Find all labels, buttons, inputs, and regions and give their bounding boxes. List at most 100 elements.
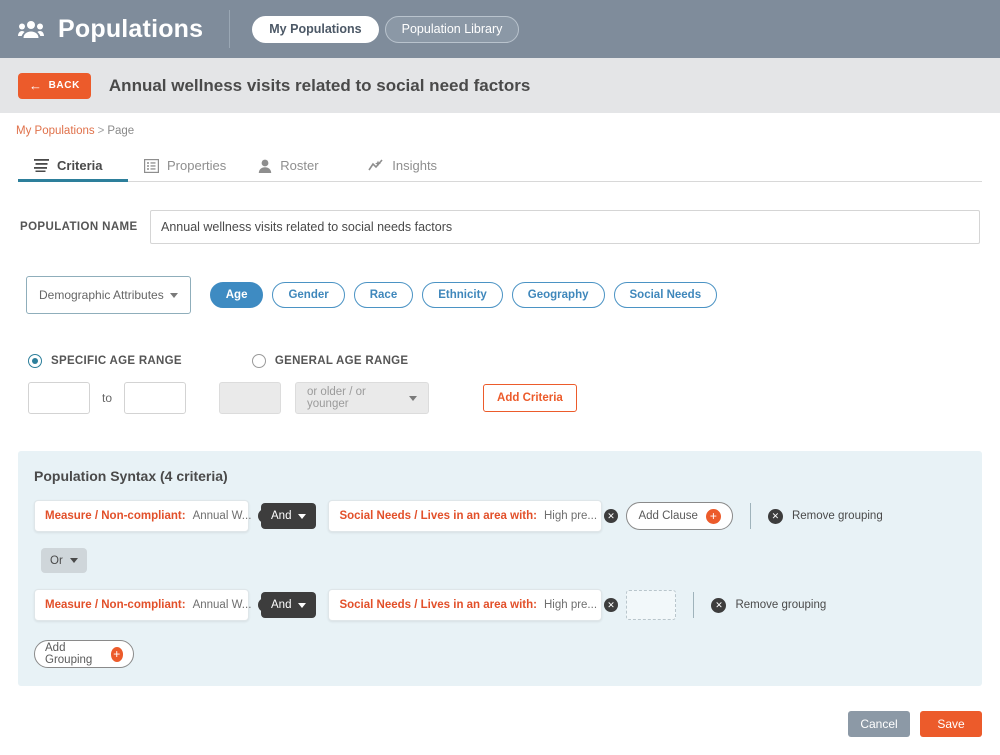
chevron-down-icon [169, 292, 178, 298]
criteria-chip-value: Annual W... [192, 510, 252, 522]
person-icon [258, 159, 272, 173]
breadcrumb-separator: > [97, 125, 105, 137]
criteria-chip-value: High pre... [543, 510, 598, 522]
criteria-chip-category: Measure / Non-compliant: [45, 599, 186, 611]
criteria-chip[interactable]: Social Needs / Lives in an area with: Hi… [328, 500, 619, 532]
back-button-label: BACK [48, 80, 80, 91]
pill-age[interactable]: Age [209, 282, 264, 308]
save-button[interactable]: Save [920, 711, 982, 737]
chevron-down-icon [298, 602, 307, 608]
attribute-pill-row: Age Gender Race Ethnicity Geography Soci… [209, 282, 718, 308]
general-age-input[interactable] [219, 382, 282, 414]
footer-actions: Cancel Save [848, 711, 982, 737]
general-age-select[interactable]: or older / or younger [295, 382, 430, 414]
sub-header: ← BACK Annual wellness visits related to… [0, 58, 1000, 113]
age-from-input[interactable] [28, 382, 90, 414]
list-box-icon [144, 158, 159, 173]
remove-grouping-label: Remove grouping [791, 510, 883, 522]
app-title: Populations [58, 14, 204, 43]
pill-social-needs[interactable]: Social Needs [613, 282, 718, 308]
tab-criteria[interactable]: Criteria [18, 158, 128, 182]
radio-general-indicator [251, 354, 266, 368]
age-inputs-row: to or older / or younger Add Criteria [28, 382, 1000, 414]
plus-circle-icon: + [705, 508, 721, 524]
plus-circle-icon: + [110, 646, 123, 662]
appbar-divider [229, 10, 231, 48]
radio-specific-age-range[interactable]: SPECIFIC AGE RANGE [28, 354, 182, 368]
remove-circle-icon: ✕ [767, 508, 783, 524]
remove-grouping-button[interactable]: ✕ Remove grouping [767, 508, 883, 524]
add-clause-button[interactable]: Add Clause + [626, 502, 733, 530]
age-to-label: to [102, 391, 113, 405]
breadcrumb-current: Page [107, 125, 135, 137]
remove-grouping-button[interactable]: ✕ Remove grouping [711, 597, 827, 613]
cancel-button[interactable]: Cancel [848, 711, 910, 737]
trend-chart-icon [368, 158, 384, 173]
criteria-chip-value: Annual W... [192, 599, 252, 611]
syntax-group-1: Measure / Non-compliant: Annual W... ✕ A… [34, 500, 966, 532]
chevron-down-icon [70, 558, 78, 563]
remove-circle-icon: ✕ [711, 597, 727, 613]
general-age-select-label: or older / or younger [307, 386, 366, 410]
pill-gender[interactable]: Gender [272, 282, 345, 308]
demographic-attributes-label: Demographic Attributes [39, 288, 164, 302]
app-bar: Populations My Populations Population Li… [0, 0, 1000, 58]
add-clause-label: Add Clause [638, 510, 698, 522]
chevron-down-icon [409, 395, 418, 401]
operator-and-dropdown[interactable]: And [261, 503, 317, 529]
divider [693, 592, 695, 618]
operator-label: And [271, 599, 292, 611]
operator-and-dropdown[interactable]: And [261, 592, 317, 618]
age-range-block: SPECIFIC AGE RANGE GENERAL AGE RANGE to … [28, 354, 1000, 414]
tab-bar: Criteria Properties Roster Insights [18, 151, 982, 182]
demographic-attributes-dropdown[interactable]: Demographic Attributes [26, 276, 191, 314]
pill-geography[interactable]: Geography [511, 282, 605, 308]
population-name-input[interactable] [150, 210, 980, 244]
arrow-left-icon: ← [29, 78, 43, 93]
tab-insights[interactable]: Insights [352, 158, 462, 181]
radio-specific-label: SPECIFIC AGE RANGE [51, 355, 182, 367]
segment-population-library[interactable]: Population Library [384, 15, 520, 43]
radio-general-age-range[interactable]: GENERAL AGE RANGE [251, 354, 409, 368]
attribute-selector-row: Demographic Attributes Age Gender Race E… [26, 276, 1000, 314]
group-connector-or-dropdown[interactable]: Or [41, 548, 87, 573]
tab-insights-label: Insights [392, 158, 438, 173]
radio-general-label: GENERAL AGE RANGE [274, 355, 409, 367]
segment-my-populations[interactable]: My Populations [252, 15, 379, 43]
remove-circle-icon[interactable]: ✕ [604, 598, 619, 612]
criteria-chip[interactable]: Social Needs / Lives in an area with: Hi… [328, 589, 619, 621]
criteria-chip-value: High pre... [543, 599, 598, 611]
page-title: Annual wellness visits related to social… [108, 75, 531, 95]
population-syntax-title: Population Syntax (4 criteria) [34, 468, 228, 484]
pill-race[interactable]: Race [353, 282, 414, 308]
tab-properties-label: Properties [167, 158, 227, 173]
back-button[interactable]: ← BACK [18, 72, 91, 99]
criteria-chip-category: Social Needs / Lives in an area with: [339, 510, 537, 522]
criteria-chip-category: Measure / Non-compliant: [45, 510, 186, 522]
remove-grouping-label: Remove grouping [735, 599, 827, 611]
group-connector-label: Or [50, 554, 63, 567]
breadcrumb-my-populations[interactable]: My Populations [16, 125, 95, 137]
age-range-radio-group: SPECIFIC AGE RANGE GENERAL AGE RANGE [28, 354, 1000, 368]
age-to-input[interactable] [124, 382, 187, 414]
people-group-icon [18, 19, 44, 39]
remove-circle-icon[interactable]: ✕ [604, 509, 619, 523]
add-criteria-button[interactable]: Add Criteria [483, 384, 577, 412]
tab-properties[interactable]: Properties [128, 158, 242, 181]
populations-segment-group: My Populations Population Library [252, 15, 520, 43]
population-name-label: POPULATION NAME [20, 221, 138, 233]
population-syntax-panel: Population Syntax (4 criteria) Measure /… [18, 451, 982, 686]
criteria-chip[interactable]: Measure / Non-compliant: Annual W... ✕ [34, 500, 273, 532]
criteria-chip[interactable]: Measure / Non-compliant: Annual W... ✕ [34, 589, 273, 621]
chevron-down-icon [298, 513, 307, 519]
population-name-row: POPULATION NAME [20, 210, 980, 244]
operator-label: And [271, 510, 292, 522]
breadcrumb: My Populations > Page [0, 113, 1000, 137]
clause-drop-zone[interactable] [626, 590, 677, 620]
pill-ethnicity[interactable]: Ethnicity [422, 282, 503, 308]
add-grouping-label: Add Grouping [45, 642, 93, 666]
criteria-lines-icon [34, 159, 49, 172]
add-grouping-button[interactable]: Add Grouping + [34, 640, 134, 668]
divider [749, 503, 751, 529]
tab-roster[interactable]: Roster [242, 158, 352, 181]
